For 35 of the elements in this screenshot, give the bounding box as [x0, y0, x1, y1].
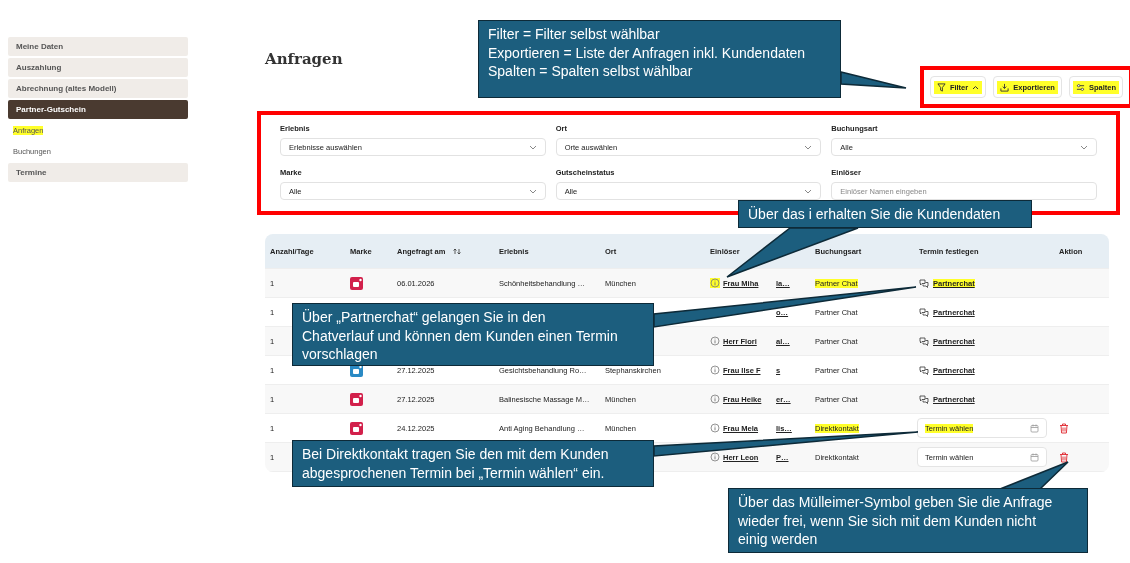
chat-icon	[919, 365, 929, 375]
info-icon[interactable]	[710, 394, 720, 404]
chevron-down-icon	[528, 188, 537, 194]
sidebar-item[interactable]: Termine	[8, 163, 188, 182]
chevron-down-icon	[1080, 144, 1088, 150]
info-icon[interactable]	[710, 452, 720, 462]
chevron-down-icon	[528, 144, 537, 150]
filter-icon	[936, 82, 946, 92]
callout-pointer	[840, 71, 907, 89]
callout-note: Bei Direktkontakt tragen Sie den mit dem Kunden abgesprochenen Termin bei „Termin wählen“ ein.	[292, 440, 654, 487]
chat-icon	[919, 394, 929, 404]
calendar-icon	[1030, 452, 1039, 462]
chat-icon	[919, 307, 929, 317]
info-icon[interactable]	[710, 365, 720, 375]
sort-icon	[453, 247, 462, 255]
calendar-icon	[1030, 423, 1039, 433]
chevron-down-icon	[804, 144, 813, 150]
callout-note: Filter = Filter selbst wählbar Exportieren = Liste der Anfragen inkl. Kundendaten Spalten = Spalten selbst wählbar	[478, 20, 841, 98]
chat-icon	[919, 336, 929, 346]
sidebar-item[interactable]: Auszahlung	[8, 58, 188, 77]
callout-note: Über das i erhalten Sie die Kundendaten	[738, 200, 1032, 228]
download-icon	[1000, 82, 1010, 92]
trash-icon[interactable]	[1059, 451, 1069, 463]
chat-icon	[919, 278, 929, 288]
info-icon[interactable]	[710, 278, 720, 288]
info-icon[interactable]	[710, 336, 720, 346]
sliders-icon	[1075, 82, 1085, 92]
trash-icon[interactable]	[1059, 422, 1069, 434]
sidebar-item[interactable]: Partner-Gutschein	[8, 100, 188, 119]
page-title: Anfragen	[265, 50, 343, 68]
sidebar-item[interactable]: Meine Daten	[8, 37, 188, 56]
chevron-down-icon	[804, 188, 813, 194]
info-icon[interactable]	[710, 423, 720, 433]
callout-note: Über „Partnerchat“ gelangen Sie in den Chatverlauf und können dem Kunden einen Termin vorschlagen	[292, 303, 654, 366]
sidebar-item[interactable]: Abrechnung (altes Modell)	[8, 79, 188, 98]
